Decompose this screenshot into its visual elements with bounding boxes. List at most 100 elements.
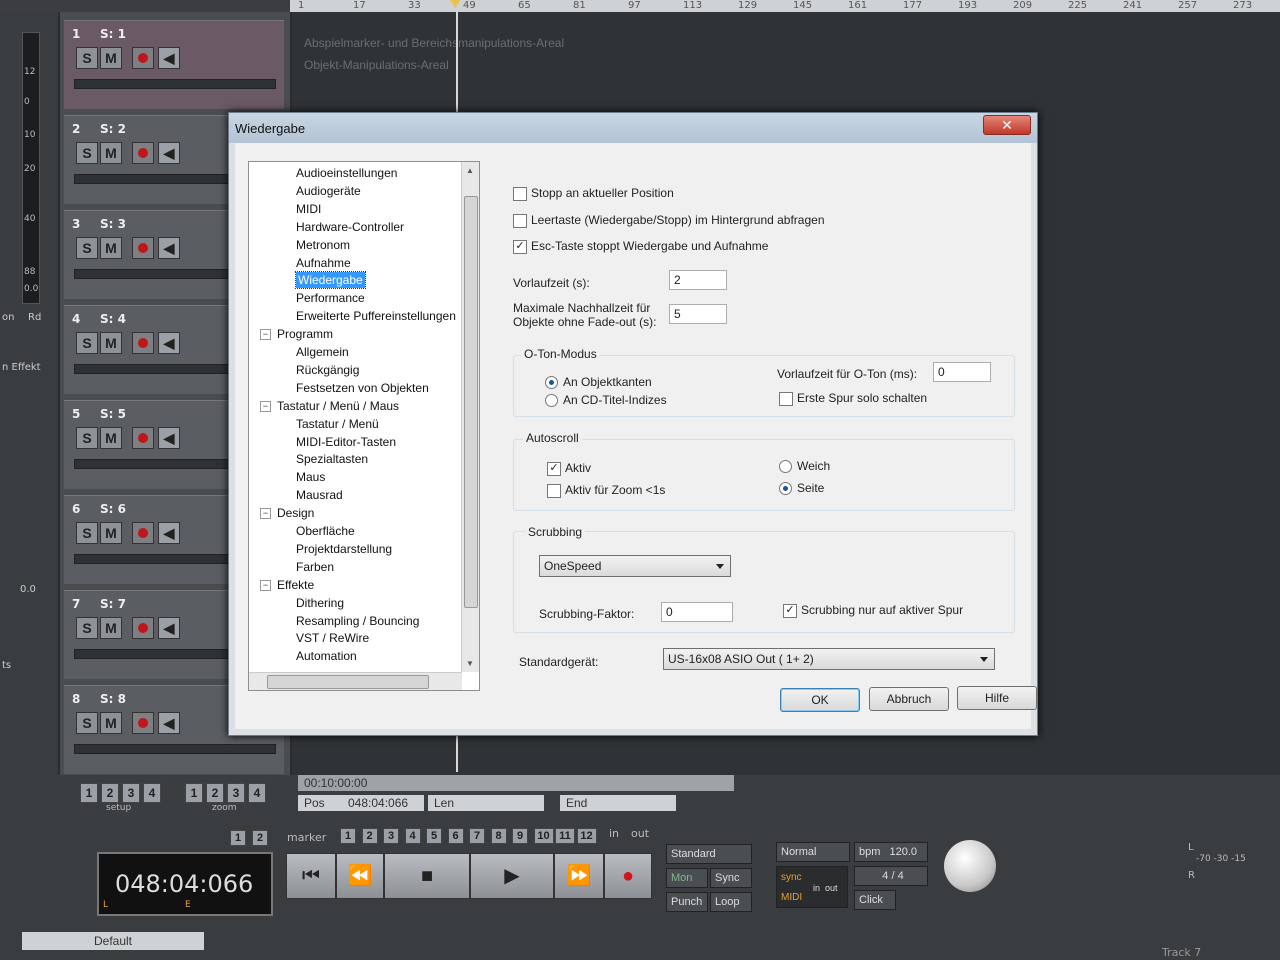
collapse-icon[interactable]: − — [260, 329, 271, 341]
tree-item[interactable]: Resampling / Bouncing — [296, 613, 419, 629]
bpm-field[interactable]: bpm 120.0 — [854, 842, 928, 862]
speaker-icon[interactable]: ◀ — [158, 142, 180, 164]
record-arm-button[interactable] — [132, 142, 154, 164]
marker-left-button[interactable]: 2 — [252, 830, 268, 846]
tree-item[interactable]: Spezialtasten — [296, 451, 368, 467]
track-name[interactable]: S: 1 — [100, 27, 126, 41]
speaker-icon[interactable]: ◀ — [158, 522, 180, 544]
marker-button[interactable]: 6 — [447, 828, 464, 844]
tree-item[interactable]: Farben — [296, 559, 334, 575]
side-label[interactable]: Rd — [28, 312, 41, 323]
time-display[interactable]: 048:04:066 L E — [97, 852, 273, 916]
solo-button[interactable]: S — [76, 237, 98, 259]
tree-item[interactable]: Tastatur / Menü — [296, 416, 379, 432]
stop-button[interactable]: ■ — [384, 853, 470, 899]
tree-item[interactable]: Maus — [296, 469, 325, 485]
solo-button[interactable]: S — [76, 427, 98, 449]
solo-button[interactable]: S — [76, 712, 98, 734]
track-name[interactable]: S: 3 — [100, 217, 126, 231]
solo-button[interactable]: S — [76, 522, 98, 544]
tree-item[interactable]: MIDI-Editor-Tasten — [296, 434, 396, 450]
tree-item[interactable]: Allgemein — [296, 344, 349, 360]
tree-hscroll-thumb[interactable] — [267, 675, 429, 689]
timeline-ruler[interactable]: 1 17 33 49 65 81 97 113 129 145 161 177 193 209 225 241… — [290, 0, 1280, 12]
speaker-icon[interactable]: ◀ — [158, 237, 180, 259]
track-volume-bar[interactable] — [74, 79, 276, 89]
in-label[interactable]: in — [609, 827, 619, 840]
marker-button[interactable]: 11 — [555, 828, 575, 844]
speaker-icon[interactable]: ◀ — [158, 47, 180, 69]
normal-select[interactable]: Normal — [776, 842, 850, 862]
marker-button[interactable]: 10 — [533, 828, 554, 844]
cancel-button[interactable]: Abbruch — [869, 687, 949, 711]
len-field[interactable]: Len — [428, 795, 544, 811]
collapse-icon[interactable]: − — [260, 400, 271, 412]
track-name[interactable]: S: 8 — [100, 692, 126, 706]
tree-scroll-thumb[interactable] — [464, 196, 478, 608]
tree-item[interactable]: Metronom — [296, 237, 350, 253]
marker-button[interactable]: 3 — [383, 828, 399, 844]
record-arm-button[interactable] — [132, 712, 154, 734]
tree-item[interactable]: Festsetzen von Objekten — [296, 380, 429, 396]
pos-field[interactable]: 048:04:066 — [342, 795, 424, 811]
solo-button[interactable]: S — [76, 142, 98, 164]
mute-button[interactable]: M — [100, 617, 122, 639]
mute-button[interactable]: M — [100, 142, 122, 164]
scrubbing-factor-input[interactable]: 0 — [661, 602, 733, 622]
default-device-select[interactable]: US-16x08 ASIO Out ( 1+ 2) — [663, 648, 995, 670]
speaker-icon[interactable]: ◀ — [158, 712, 180, 734]
track-name[interactable]: S: 7 — [100, 597, 126, 611]
tree-item[interactable]: VST / ReWire — [296, 630, 369, 646]
end-field[interactable]: End — [560, 795, 676, 811]
play-button[interactable]: ▶ — [470, 853, 554, 899]
tree-item[interactable]: Rückgängig — [296, 362, 359, 378]
tree-item[interactable]: Dithering — [296, 595, 344, 611]
zoom-button[interactable]: 4 — [248, 783, 266, 803]
master-volume-knob[interactable] — [944, 840, 996, 892]
click-button[interactable]: Click — [854, 890, 896, 910]
go-to-start-button[interactable]: ⏮ — [286, 853, 336, 899]
esc-stops-checkbox[interactable]: ✓ — [513, 240, 527, 254]
track-volume-bar[interactable] — [74, 744, 276, 754]
collapse-icon[interactable]: − — [260, 508, 271, 520]
track-header[interactable]: 1 S: 1 S M ◀ — [64, 20, 284, 109]
tree-category[interactable]: Effekte — [277, 577, 314, 593]
tree-category[interactable]: Tastatur / Menü / Maus — [277, 398, 399, 414]
default-select[interactable]: Default — [22, 932, 204, 950]
autoscroll-zoom-checkbox[interactable] — [547, 484, 561, 498]
record-arm-button[interactable] — [132, 617, 154, 639]
time-signature[interactable]: 4 / 4 — [854, 866, 928, 886]
tree-category[interactable]: Programm — [277, 326, 333, 342]
tree-item[interactable]: Oberfläche — [296, 523, 355, 539]
spacebar-background-checkbox[interactable] — [513, 214, 527, 228]
autoscroll-page-radio[interactable] — [779, 482, 792, 495]
fast-forward-button[interactable]: ⏩ — [554, 853, 604, 899]
mute-button[interactable]: M — [100, 712, 122, 734]
zoom-button[interactable]: 3 — [227, 783, 245, 803]
autoscroll-smooth-radio[interactable] — [779, 460, 792, 473]
marker-button[interactable]: 8 — [490, 828, 507, 844]
scroll-down-icon[interactable]: ▼ — [466, 659, 474, 668]
zoom-button[interactable]: 2 — [206, 783, 224, 803]
speaker-icon[interactable]: ◀ — [158, 617, 180, 639]
ok-button[interactable]: OK — [780, 688, 860, 712]
playhead-marker-icon[interactable] — [450, 0, 460, 8]
autoscroll-active-checkbox[interactable]: ✓ — [547, 462, 561, 476]
mute-button[interactable]: M — [100, 47, 122, 69]
record-arm-button[interactable] — [132, 522, 154, 544]
first-track-solo-checkbox[interactable] — [779, 392, 793, 406]
record-button[interactable]: ● — [604, 853, 652, 899]
oton-object-edges-radio[interactable] — [545, 376, 558, 389]
tree-vertical-scrollbar[interactable]: ▲ ▼ — [461, 162, 479, 672]
stop-at-position-checkbox[interactable] — [513, 187, 527, 201]
solo-button[interactable]: S — [76, 332, 98, 354]
tree-item[interactable]: Automation — [296, 648, 357, 664]
tree-item[interactable]: Erweiterte Puffereinstellungen — [296, 308, 456, 324]
mon-button[interactable]: Mon — [666, 868, 708, 888]
loop-button[interactable]: Loop — [710, 892, 752, 912]
tree-item[interactable]: Mausrad — [296, 487, 343, 503]
record-arm-button[interactable] — [132, 332, 154, 354]
solo-button[interactable]: S — [76, 47, 98, 69]
marker-button[interactable]: 2 — [361, 828, 378, 844]
tree-item[interactable]: MIDI — [296, 201, 321, 217]
